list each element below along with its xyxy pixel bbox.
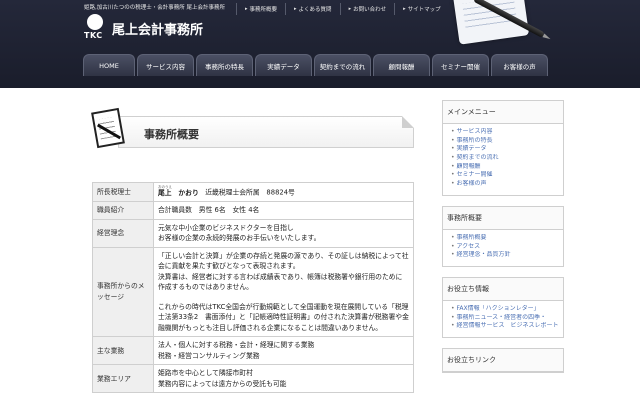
table-row: 業務エリア 姫路市を中心として隣接市町村 業務内容によっては遠方からの受託も可能 [92, 364, 414, 394]
table-row: 職員紹介 合計職員数 男性 6名 女性 4名 [92, 201, 414, 220]
sidebar-box-useful-links: お役立ちリンク [442, 347, 564, 373]
row-label: 職員紹介 [92, 201, 154, 220]
sidebar-link[interactable]: FAX情報「ハクションレター」 [451, 305, 559, 314]
table-row: 所長税理士 おのうえ 尾上 かおり 近畿税理士会所属 88824号 [92, 181, 414, 203]
sidebar-link[interactable]: 顧問報酬 [451, 163, 559, 172]
row-label: 所長税理士 [92, 181, 154, 203]
site-logo[interactable]: TKC 尾上会計事務所 [84, 14, 244, 42]
text-line: 法人・個人に対する税務・会計・経理に関する業務 [158, 341, 315, 350]
sidebar: メインメニュー サービス内容 事務所の特長 実績データ 契約までの流れ 顧問報酬… [442, 100, 564, 383]
nav-tab-features[interactable]: 事務所の特長 [196, 54, 253, 76]
sidebar-link[interactable]: アクセス [451, 243, 559, 252]
page-title: 事務所概要 [144, 128, 199, 141]
text-line: 元気な中小企業のビジネスドクターを目指し [158, 223, 294, 232]
main-nav: HOME サービス内容 事務所の特長 実績データ 契約までの流れ 顧問報酬 セミ… [83, 54, 548, 76]
sidebar-box-main-menu: メインメニュー サービス内容 事務所の特長 実績データ 契約までの流れ 顧問報酬… [442, 100, 564, 196]
toplink-sitemap[interactable]: サイトマップ [394, 3, 449, 15]
nav-tab-seminars[interactable]: セミナー開催 [432, 54, 489, 76]
row-value: 元気な中小企業のビジネスドクターを目指し お客様の企業の永続的発展のお手伝いをい… [153, 218, 414, 248]
text-line: お客様の企業の永続的発展のお手伝いをいたします。 [158, 234, 321, 243]
sidebar-link[interactable]: 事務所ニュース・経営者の四季・ [451, 314, 559, 323]
sidebar-box-office: 事務所概要 事務所概要 アクセス 経営理念・品質方針 [442, 205, 564, 267]
row-label: 業務エリア [92, 364, 154, 394]
nav-tab-services[interactable]: サービス内容 [137, 54, 194, 76]
sidebar-link[interactable]: 契約までの流れ [451, 154, 559, 163]
sidebar-box-title: 事務所概要 [443, 206, 563, 230]
sidebar-link[interactable]: 事務所概要 [451, 234, 559, 243]
text-line: これからの時代はTKC全国会が行動規範として全国運動を現在展開している「税理士法… [158, 302, 409, 332]
tkc-logo-icon: TKC [84, 14, 106, 42]
text-line: 税務・経営コンサルティング業務 [158, 351, 260, 360]
text-line: 決算書は、経営者に対する言わば成績表であり、帳簿は税務署や銀行用のために作成する… [158, 272, 403, 292]
sidebar-link[interactable]: 実績データ [451, 145, 559, 154]
sidebar-link[interactable]: お客様の声 [451, 180, 559, 189]
nav-tab-testimonials[interactable]: お客様の声 [491, 54, 548, 76]
nav-tab-home[interactable]: HOME [83, 54, 135, 76]
director-name: 尾上 かおり [158, 188, 199, 197]
text-line: 姫路市を中心として隣接市町村 [158, 369, 253, 378]
sidebar-box-title: メインメニュー [443, 101, 563, 124]
row-value: おのうえ 尾上 かおり 近畿税理士会所属 88824号 [153, 181, 414, 203]
table-row: 主な業務 法人・個人に対する税務・会計・経理に関する業務 税務・経営コンサルティ… [92, 336, 414, 366]
row-value: 法人・個人に対する税務・会計・経理に関する業務 税務・経営コンサルティング業務 [153, 336, 414, 366]
top-links: 事務所概要 よくある質問 お問い合わせ サイトマップ [236, 3, 449, 15]
sidebar-link[interactable]: セミナー開催 [451, 171, 559, 180]
sidebar-box-title: お役立ち情報 [443, 277, 563, 301]
sidebar-link[interactable]: 経営理念・品質方針 [451, 251, 559, 260]
text-line: 「正しい会計と決算」が企業の存続と発展の源であり、その証しは納税によって社会に貢… [158, 251, 409, 271]
row-label: 主な業務 [92, 336, 154, 366]
row-value: 合計職員数 男性 6名 女性 4名 [153, 201, 414, 220]
nav-tab-results[interactable]: 実績データ [255, 54, 312, 76]
row-label: 経営理念 [92, 218, 154, 248]
notebook-icon [91, 104, 125, 149]
row-label: 事務所からのメッセージ [92, 246, 154, 338]
sidebar-link[interactable]: 経営情報サービス ビジネスレポート [451, 322, 559, 331]
text-line: 業務内容によっては遠方からの受託も可能 [158, 379, 287, 388]
sidebar-link[interactable]: サービス内容 [451, 128, 559, 137]
sidebar-box-useful-info: お役立ち情報 FAX情報「ハクションレター」 事務所ニュース・経営者の四季・ 経… [442, 276, 564, 338]
sidebar-box-title: お役立ちリンク [443, 348, 563, 372]
office-info-table: 所長税理士 おのうえ 尾上 かおり 近畿税理士会所属 88824号 職員紹介 合… [92, 181, 414, 394]
site-tagline: 姫路,加古川たつのの税理士・会計事務所 尾上会計事務所 [84, 5, 225, 11]
brand-name: 尾上会計事務所 [112, 23, 204, 38]
nav-tab-contract-flow[interactable]: 契約までの流れ [314, 54, 371, 76]
table-row: 事務所からのメッセージ 「正しい会計と決算」が企業の存続と発展の源であり、その証… [92, 246, 414, 338]
site-header: 姫路,加古川たつのの税理士・会計事務所 尾上会計事務所 TKC 尾上会計事務所 … [0, 0, 640, 88]
toplink-contact[interactable]: お問い合わせ [339, 3, 395, 15]
pen-and-paper-image [448, 0, 558, 48]
row-value: 姫路市を中心として隣接市町村 業務内容によっては遠方からの受託も可能 [153, 364, 414, 394]
sidebar-link[interactable]: 事務所の特長 [451, 137, 559, 146]
table-row: 経営理念 元気な中小企業のビジネスドクターを目指し お客様の企業の永続的発展のお… [92, 218, 414, 248]
toplink-faq[interactable]: よくある質問 [285, 3, 340, 15]
row-value: 「正しい会計と決算」が企業の存続と発展の源であり、その証しは納税によって社会に貢… [153, 246, 414, 338]
association: 近畿税理士会所属 88824号 [205, 188, 295, 197]
toplink-office[interactable]: 事務所概要 [236, 3, 285, 15]
page-title-box: 事務所概要 [91, 104, 414, 154]
nav-tab-fees[interactable]: 顧問報酬 [373, 54, 430, 76]
